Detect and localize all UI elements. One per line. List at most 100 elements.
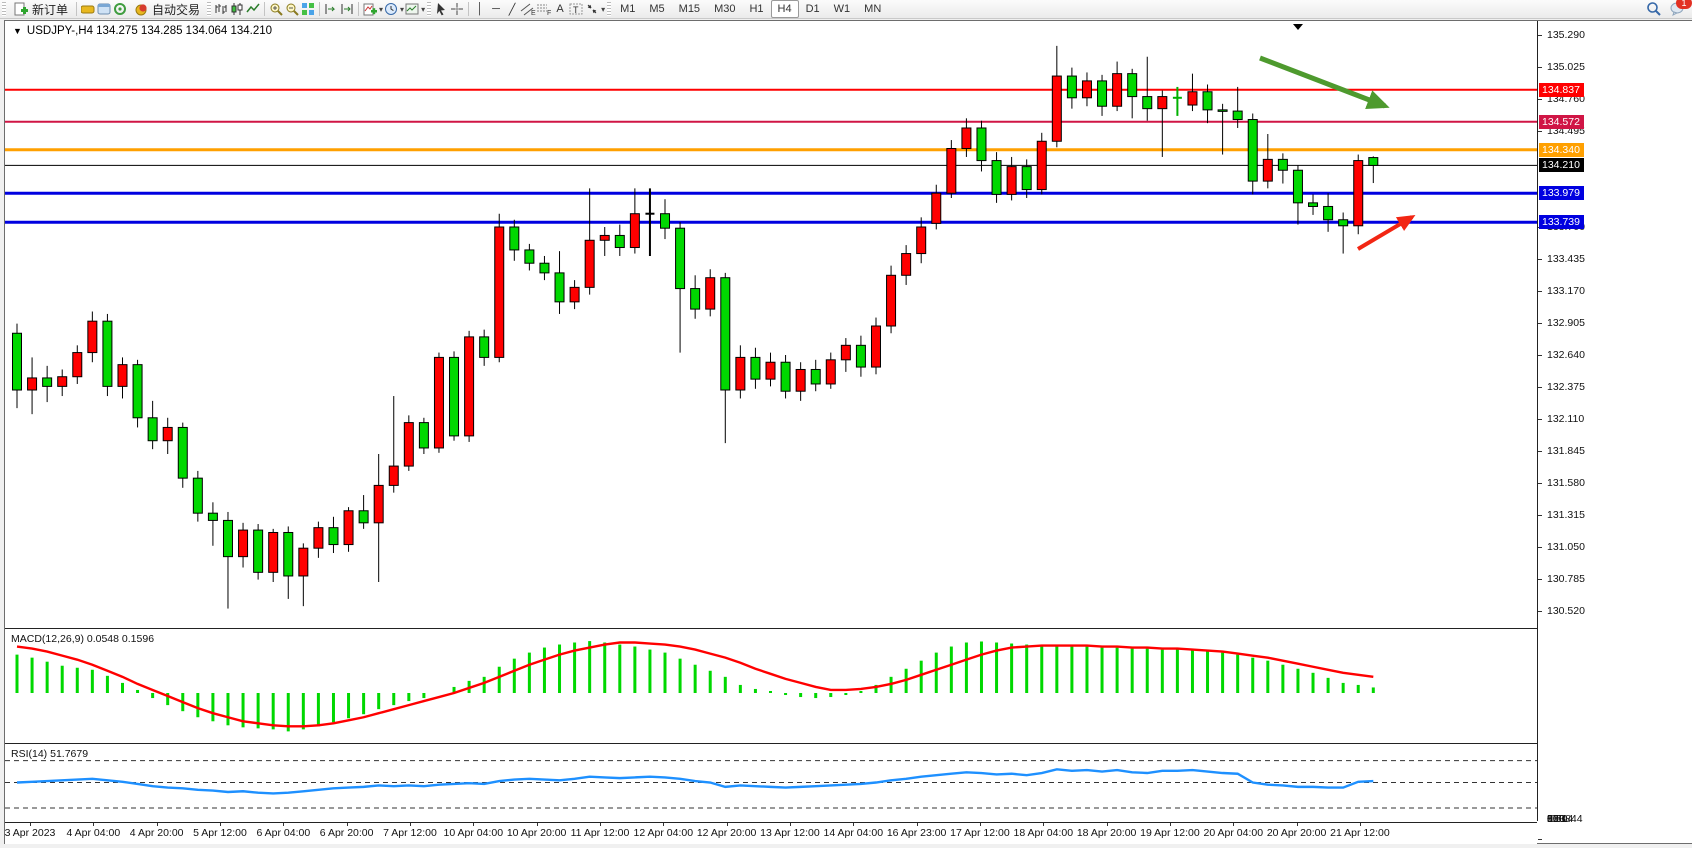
templates-icon[interactable] [404, 1, 420, 17]
bull-candle[interactable] [58, 377, 67, 387]
bull-candle[interactable] [1188, 92, 1197, 105]
bear-candle[interactable] [480, 337, 489, 358]
periods-icon[interactable] [383, 1, 399, 17]
bear-candle[interactable] [1293, 170, 1302, 203]
timeframe-w1[interactable]: W1 [827, 0, 858, 18]
bull-candle[interactable] [404, 423, 413, 466]
indicators-icon[interactable] [362, 1, 378, 17]
macd-pane[interactable]: MACD(12,26,9) 0.0548 0.1596 [5, 631, 1537, 743]
bull-candle[interactable] [299, 548, 308, 576]
bull-candle[interactable] [163, 427, 172, 440]
bear-candle[interactable] [1369, 158, 1378, 166]
text-icon[interactable]: A [552, 1, 568, 17]
new-order-button[interactable]: 新订单 [8, 1, 73, 17]
auto-trading-button[interactable]: 自动交易 [128, 1, 205, 17]
shift-chart-icon[interactable] [323, 1, 339, 17]
channel-icon[interactable]: E [520, 1, 536, 17]
bear-candle[interactable] [1248, 120, 1257, 182]
horizontal-line-icon[interactable]: ─ [488, 1, 504, 17]
bull-candle[interactable] [344, 511, 353, 545]
bull-candle[interactable] [28, 378, 37, 390]
data-window-icon[interactable] [96, 1, 112, 17]
bear-candle[interactable] [721, 278, 730, 390]
zoom-out-icon[interactable] [284, 1, 300, 17]
fibonacci-icon[interactable]: F [536, 1, 552, 17]
auto-scroll-icon[interactable] [339, 1, 355, 17]
bear-candle[interactable] [419, 423, 428, 448]
bear-candle[interactable] [992, 161, 1001, 195]
bull-candle[interactable] [902, 254, 911, 276]
bear-candle[interactable] [691, 289, 700, 310]
timeframe-m5[interactable]: M5 [642, 0, 671, 18]
bull-candle[interactable] [1354, 161, 1363, 226]
bear-candle[interactable] [103, 321, 112, 386]
bull-candle[interactable] [917, 227, 926, 254]
bull-candle[interactable] [887, 275, 896, 326]
bull-candle[interactable] [495, 227, 504, 357]
trendline-icon[interactable]: ╱ [504, 1, 520, 17]
down-trend-arrow[interactable] [1260, 58, 1385, 106]
timeframe-h1[interactable]: H1 [742, 0, 770, 18]
bear-candle[interactable] [193, 478, 202, 513]
tile-windows-icon[interactable] [300, 1, 316, 17]
bear-candle[interactable] [133, 365, 142, 418]
arrows-icon[interactable] [584, 1, 600, 17]
bear-candle[interactable] [1098, 81, 1107, 106]
bull-candle[interactable] [1263, 159, 1272, 181]
line-chart-icon[interactable] [245, 1, 261, 17]
date-axis[interactable]: 3 Apr 20234 Apr 04:004 Apr 20:005 Apr 12… [5, 822, 1537, 844]
search-icon[interactable] [1646, 1, 1662, 17]
bull-candle[interactable] [570, 287, 579, 301]
bull-candle[interactable] [374, 485, 383, 522]
rsi-line[interactable] [17, 769, 1373, 793]
bull-candle[interactable] [88, 321, 97, 352]
bull-candle[interactable] [1082, 81, 1091, 98]
text-label-icon[interactable]: T [568, 1, 584, 17]
objects-dropdown-arrow[interactable]: ▼ [13, 26, 22, 36]
arrows-dropdown-caret[interactable]: ▾ [601, 5, 605, 14]
bull-candle[interactable] [269, 532, 278, 572]
candlestick-canvas[interactable] [5, 21, 1537, 628]
bear-candle[interactable] [555, 273, 564, 302]
price-chart-pane[interactable] [5, 21, 1537, 628]
bull-candle[interactable] [630, 214, 639, 248]
bear-candle[interactable] [450, 357, 459, 435]
price-axis[interactable]: 135.290135.025134.760134.495133.700133.4… [1537, 21, 1692, 821]
bear-candle[interactable] [510, 227, 519, 250]
bear-candle[interactable] [1128, 74, 1137, 97]
timeframe-d1[interactable]: D1 [799, 0, 827, 18]
bear-candle[interactable] [1233, 111, 1242, 119]
bar-chart-icon[interactable] [213, 1, 229, 17]
chat-icon[interactable]: 1 [1670, 1, 1686, 17]
bear-candle[interactable] [1022, 167, 1031, 190]
bull-candle[interactable] [962, 128, 971, 149]
bear-candle[interactable] [223, 520, 232, 556]
bull-candle[interactable] [796, 369, 805, 391]
bear-candle[interactable] [1278, 159, 1287, 170]
bear-candle[interactable] [811, 369, 820, 383]
candlestick-chart-icon[interactable] [229, 1, 245, 17]
chart-shift-marker[interactable] [1293, 24, 1303, 30]
bull-candle[interactable] [585, 240, 594, 287]
bull-candle[interactable] [947, 149, 956, 194]
bear-candle[interactable] [148, 418, 157, 441]
bull-candle[interactable] [706, 278, 715, 309]
bear-candle[interactable] [1203, 92, 1212, 110]
bull-candle[interactable] [736, 357, 745, 390]
bear-candle[interactable] [525, 250, 534, 263]
bull-candle[interactable] [871, 326, 880, 367]
bull-candle[interactable] [1158, 97, 1167, 109]
bull-candle[interactable] [118, 365, 127, 387]
bear-candle[interactable] [540, 263, 549, 273]
bear-candle[interactable] [1143, 97, 1152, 109]
bear-candle[interactable] [1067, 76, 1076, 98]
bear-candle[interactable] [977, 128, 986, 161]
bear-candle[interactable] [254, 530, 263, 572]
macd-canvas[interactable] [5, 631, 1537, 743]
bull-candle[interactable] [389, 466, 398, 485]
rsi-canvas[interactable] [5, 746, 1537, 822]
bull-candle[interactable] [465, 337, 474, 436]
cursor-icon[interactable] [433, 1, 449, 17]
bear-candle[interactable] [1324, 206, 1333, 219]
strategy-tester-icon[interactable] [112, 1, 128, 17]
